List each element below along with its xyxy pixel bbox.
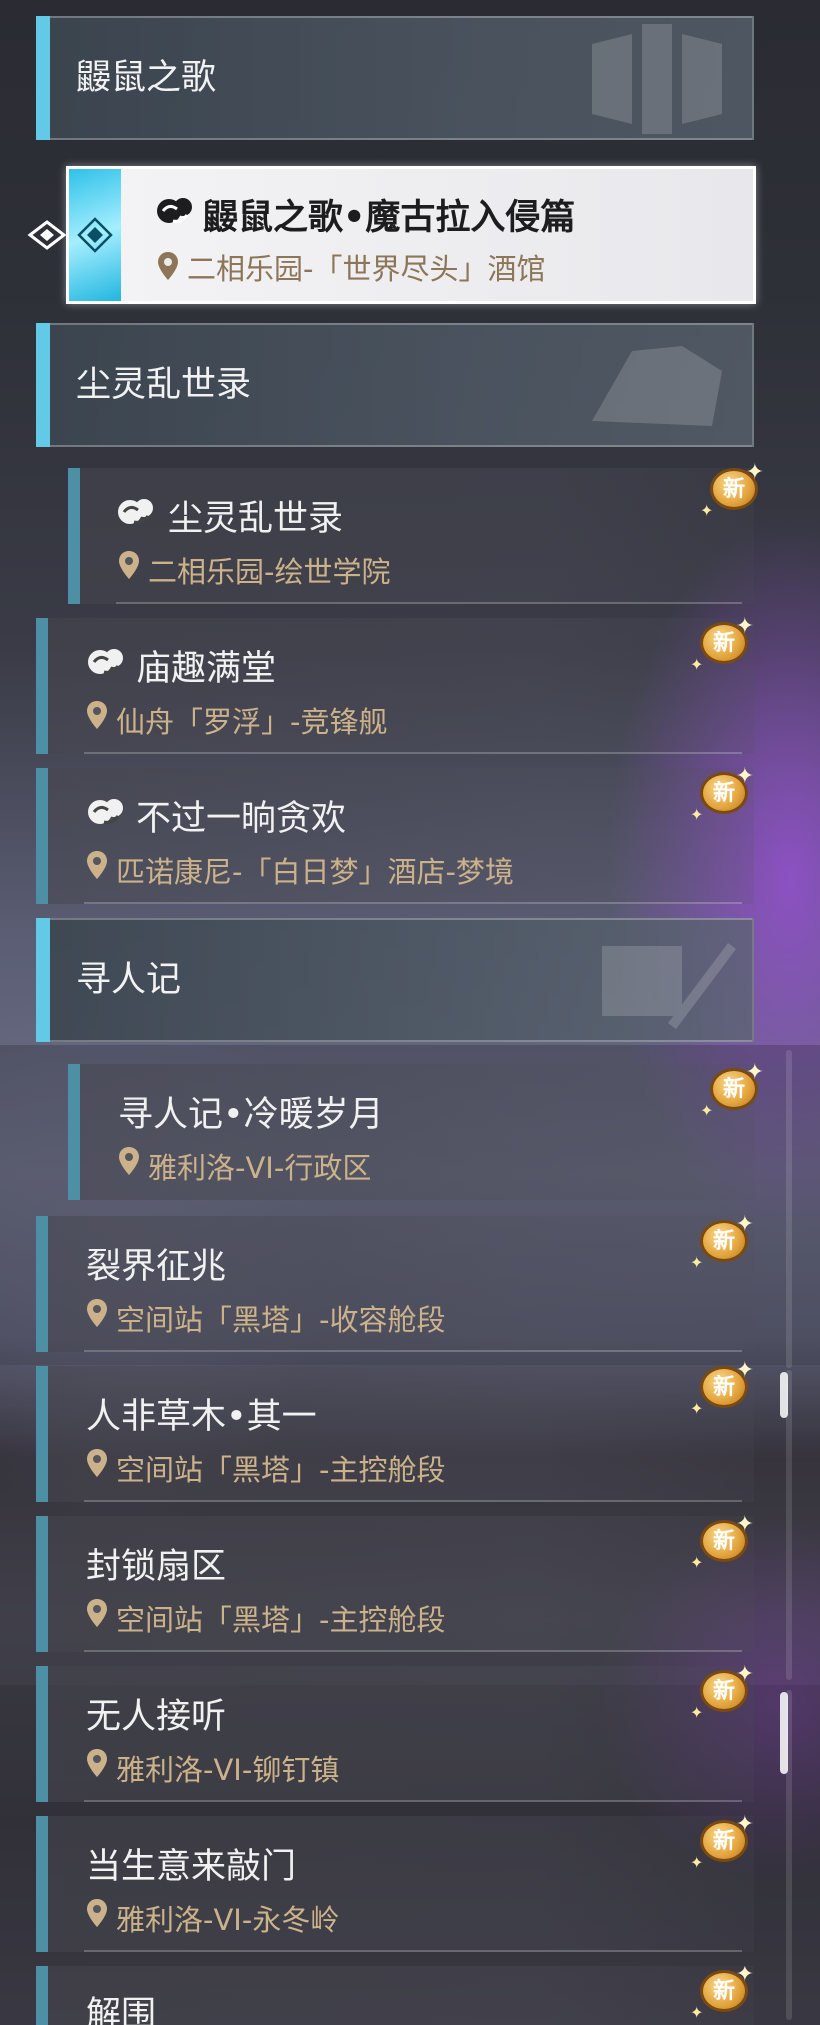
- location-pin-icon: [87, 1599, 107, 1627]
- new-badge: 新 ✦ ✦: [690, 614, 754, 674]
- quest-accent-bar: [36, 1516, 48, 1652]
- scrollbar-thumb[interactable]: [780, 1692, 788, 1774]
- quest-location: 匹诺康尼-「白日梦」酒店-梦境: [116, 855, 514, 889]
- new-badge: 新 ✦ ✦: [690, 1812, 754, 1872]
- quest-accent-bar: [68, 468, 80, 604]
- quest-title: 人非草木•其一: [86, 1397, 317, 1437]
- quest-title: 不过一晌贪欢: [136, 799, 347, 839]
- location-pin-icon: [119, 551, 139, 579]
- location-pin-icon: [87, 701, 107, 729]
- row-divider: [84, 1950, 742, 1952]
- category-header-finding-people[interactable]: 寻人记: [36, 918, 754, 1042]
- quest-title: 尘灵乱世录: [168, 499, 344, 539]
- category-emblem-icon: [592, 346, 722, 426]
- quest-item[interactable]: 裂界征兆 空间站「黑塔」-收容舱段 新 ✦ ✦: [36, 1212, 754, 1352]
- scrollbar-thumb[interactable]: [780, 1372, 788, 1418]
- category-header-mole-song[interactable]: 鼹鼠之歌: [36, 16, 754, 140]
- event-quest-icon: [88, 649, 123, 674]
- row-divider: [84, 752, 742, 754]
- quest-title: 庙趣满堂: [136, 649, 277, 689]
- quest-title: 当生意来敲门: [86, 1847, 297, 1887]
- quest-accent-bar: [36, 618, 48, 754]
- quest-accent-bar: [36, 768, 48, 904]
- new-badge: 新 ✦ ✦: [690, 1662, 754, 1722]
- location-pin-icon: [87, 1449, 107, 1477]
- selection-pointer-icon: [27, 220, 67, 250]
- selected-quest-location: 二相乐园-「世界尽头」酒馆: [187, 252, 546, 286]
- event-quest-icon: [157, 198, 192, 223]
- row-divider: [84, 1500, 742, 1502]
- category-title: 鼹鼠之歌: [76, 58, 217, 98]
- category-emblem-icon: [602, 943, 736, 1029]
- quest-item[interactable]: 封锁扇区 空间站「黑塔」-主控舱段 新 ✦ ✦: [36, 1512, 754, 1652]
- category-emblem-icon: [592, 24, 722, 134]
- quest-item[interactable]: 不过一晌贪欢 匹诺康尼-「白日梦」酒店-梦境 新 ✦ ✦: [36, 764, 754, 904]
- quest-location: 空间站「黑塔」-收容舱段: [116, 1303, 446, 1337]
- quest-accent-bar: [36, 1816, 48, 1952]
- scrollbar-track[interactable]: [786, 1050, 792, 1368]
- quest-location: 雅利洛-VI-铆钉镇: [116, 1753, 340, 1787]
- new-badge: 新 ✦ ✦: [690, 1358, 754, 1418]
- quest-location: 雅利洛-VI-永冬岭: [116, 1903, 340, 1937]
- quest-item[interactable]: 庙趣满堂 仙舟「罗浮」-竞锋舰 新 ✦ ✦: [36, 614, 754, 754]
- new-badge: 新 ✦ ✦: [690, 1212, 754, 1272]
- selected-quest-card[interactable]: 鼹鼠之歌•魔古拉入侵篇 二相乐园-「世界尽头」酒馆: [66, 166, 756, 304]
- quest-item[interactable]: 解围 新 ✦ ✦: [36, 1966, 754, 2025]
- event-quest-icon: [88, 799, 123, 824]
- quest-location: 空间站「黑塔」-主控舱段: [116, 1603, 446, 1637]
- event-quest-icon: [118, 499, 153, 524]
- category-title: 尘灵乱世录: [76, 365, 252, 405]
- quest-item[interactable]: 人非草木•其一 空间站「黑塔」-主控舱段 新 ✦ ✦: [36, 1358, 754, 1502]
- quest-accent-bar: [36, 1966, 48, 2025]
- location-pin-icon: [119, 1147, 139, 1175]
- category-header-dust-chronicle[interactable]: 尘灵乱世录: [36, 323, 754, 447]
- diamond-icon: [77, 217, 113, 253]
- location-pin-icon: [87, 1299, 107, 1327]
- quest-title: 无人接听: [86, 1697, 227, 1737]
- quest-location: 仙舟「罗浮」-竞锋舰: [116, 705, 388, 739]
- location-pin-icon: [87, 851, 107, 879]
- quest-accent-bar: [36, 1666, 48, 1802]
- quest-accent-bar: [36, 1366, 48, 1502]
- quest-item[interactable]: 当生意来敲门 雅利洛-VI-永冬岭 新 ✦ ✦: [36, 1812, 754, 1952]
- location-pin-icon: [158, 252, 178, 280]
- quest-item[interactable]: 无人接听 雅利洛-VI-铆钉镇 新 ✦ ✦: [36, 1662, 754, 1802]
- quest-accent-bar: [68, 1064, 80, 1200]
- category-title: 寻人记: [76, 960, 182, 1000]
- row-divider: [116, 602, 742, 604]
- quest-location: 空间站「黑塔」-主控舱段: [116, 1453, 446, 1487]
- selected-quest-title: 鼹鼠之歌•魔古拉入侵篇: [203, 198, 576, 238]
- quest-item[interactable]: 尘灵乱世录 二相乐园-绘世学院 新 ✦ ✦: [68, 460, 764, 604]
- row-divider: [84, 902, 742, 904]
- quest-location: 二相乐园-绘世学院: [148, 555, 391, 589]
- quest-type-tile: [69, 169, 121, 301]
- new-badge: 新 ✦ ✦: [690, 1512, 754, 1572]
- new-badge: 新 ✦ ✦: [700, 1060, 764, 1120]
- quest-item[interactable]: 寻人记•冷暖岁月 雅利洛-VI-行政区 新 ✦ ✦: [68, 1060, 764, 1200]
- row-divider: [84, 1800, 742, 1802]
- quest-title: 解围: [86, 1995, 157, 2025]
- row-divider: [84, 1350, 742, 1352]
- quest-accent-bar: [36, 1216, 48, 1352]
- new-badge: 新 ✦ ✦: [690, 764, 754, 824]
- quest-title: 寻人记•冷暖岁月: [118, 1095, 384, 1135]
- location-pin-icon: [87, 1749, 107, 1777]
- row-divider: [84, 1650, 742, 1652]
- new-badge: 新 ✦ ✦: [690, 1966, 754, 2022]
- new-badge: 新 ✦ ✦: [700, 460, 764, 520]
- quest-title: 裂界征兆: [86, 1247, 227, 1287]
- location-pin-icon: [87, 1899, 107, 1927]
- quest-location: 雅利洛-VI-行政区: [148, 1151, 372, 1185]
- quest-title: 封锁扇区: [86, 1547, 227, 1587]
